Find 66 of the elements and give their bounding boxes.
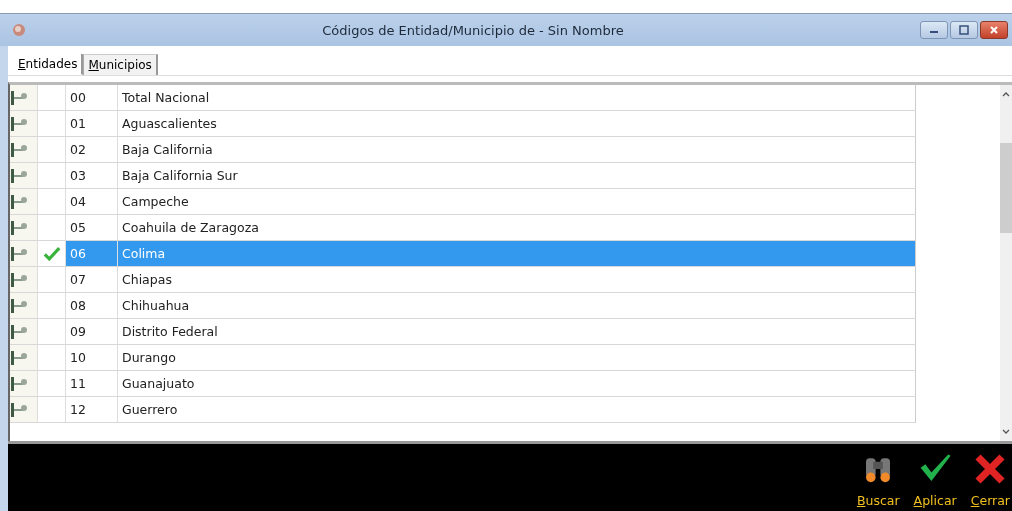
pin-icon xyxy=(10,115,30,132)
code-cell: 08 xyxy=(70,298,86,313)
table-row[interactable]: 07 Chiapas xyxy=(10,267,916,293)
table-row[interactable]: 04 Campeche xyxy=(10,189,916,215)
code-cell: 09 xyxy=(70,324,86,339)
name-cell: Guerrero xyxy=(122,402,178,417)
name-cell: Baja California xyxy=(122,142,213,157)
name-cell: Distrito Federal xyxy=(122,324,218,339)
name-cell: Coahuila de Zaragoza xyxy=(122,220,259,235)
code-cell: 11 xyxy=(70,376,86,391)
code-cell: 03 xyxy=(70,168,86,183)
code-cell: 05 xyxy=(70,220,86,235)
table-row[interactable]: 08 Chihuahua xyxy=(10,293,916,319)
close-button[interactable]: Cerrar xyxy=(970,451,1010,508)
close-icon xyxy=(989,25,999,35)
pin-icon xyxy=(10,245,30,262)
maximize-icon xyxy=(959,25,969,35)
pin-icon xyxy=(10,89,30,106)
name-cell: Colima xyxy=(122,246,166,261)
code-cell: 10 xyxy=(70,350,86,365)
pin-icon xyxy=(10,323,30,340)
check-cell[interactable] xyxy=(38,241,66,266)
name-cell: Chiapas xyxy=(122,272,172,287)
table-row[interactable]: 11 Guanajuato xyxy=(10,371,916,397)
window-title: Códigos de Entidad/Municipio de - Sin Nombre xyxy=(321,22,625,38)
pin-icon xyxy=(10,401,30,418)
name-cell: Total Nacional xyxy=(122,90,210,105)
scroll-down-icon[interactable] xyxy=(1002,429,1010,435)
code-cell: 01 xyxy=(70,116,86,131)
code-cell: 04 xyxy=(70,194,86,209)
code-cell: 07 xyxy=(70,272,86,287)
table-row[interactable]: 02 Baja California xyxy=(10,137,916,163)
pin-icon xyxy=(10,193,30,210)
minimize-button[interactable] xyxy=(920,21,948,39)
name-cell: Durango xyxy=(122,350,176,365)
checkmark-icon xyxy=(42,246,61,261)
table-row[interactable]: 10 Durango xyxy=(10,345,916,371)
search-button[interactable]: Buscar xyxy=(856,451,900,508)
code-cell: 06 xyxy=(70,246,86,261)
scroll-up-icon[interactable] xyxy=(1002,91,1010,97)
maximize-button[interactable] xyxy=(950,21,978,39)
code-cell: 00 xyxy=(70,90,86,105)
pin-icon xyxy=(10,219,30,236)
code-cell: 02 xyxy=(70,142,86,157)
table-row[interactable]: 09 Distrito Federal xyxy=(10,319,916,345)
pin-icon xyxy=(10,297,30,314)
name-cell: Guanajuato xyxy=(122,376,195,391)
table-row[interactable]: 03 Baja California Sur xyxy=(10,163,916,189)
name-cell: Campeche xyxy=(122,194,189,209)
pin-icon xyxy=(10,271,30,288)
table-row[interactable]: 01 Aguascalientes xyxy=(10,111,916,137)
name-cell: Aguascalientes xyxy=(122,116,217,131)
close-button[interactable] xyxy=(980,21,1008,39)
name-cell: Chihuahua xyxy=(122,298,190,313)
pin-icon xyxy=(10,349,30,366)
scrollbar[interactable] xyxy=(1000,85,1012,441)
app-icon xyxy=(12,23,26,37)
pin-icon xyxy=(10,167,30,184)
table-row[interactable]: 12 Guerrero xyxy=(10,397,916,423)
pin-icon xyxy=(10,141,30,158)
table-row[interactable]: 00 Total Nacional xyxy=(10,85,916,111)
apply-button[interactable]: Aplicar xyxy=(913,451,957,508)
code-cell: 12 xyxy=(70,402,86,417)
name-cell: Baja California Sur xyxy=(122,168,238,183)
pin-icon xyxy=(10,375,30,392)
tab[interactable]: Municipios xyxy=(83,54,158,75)
